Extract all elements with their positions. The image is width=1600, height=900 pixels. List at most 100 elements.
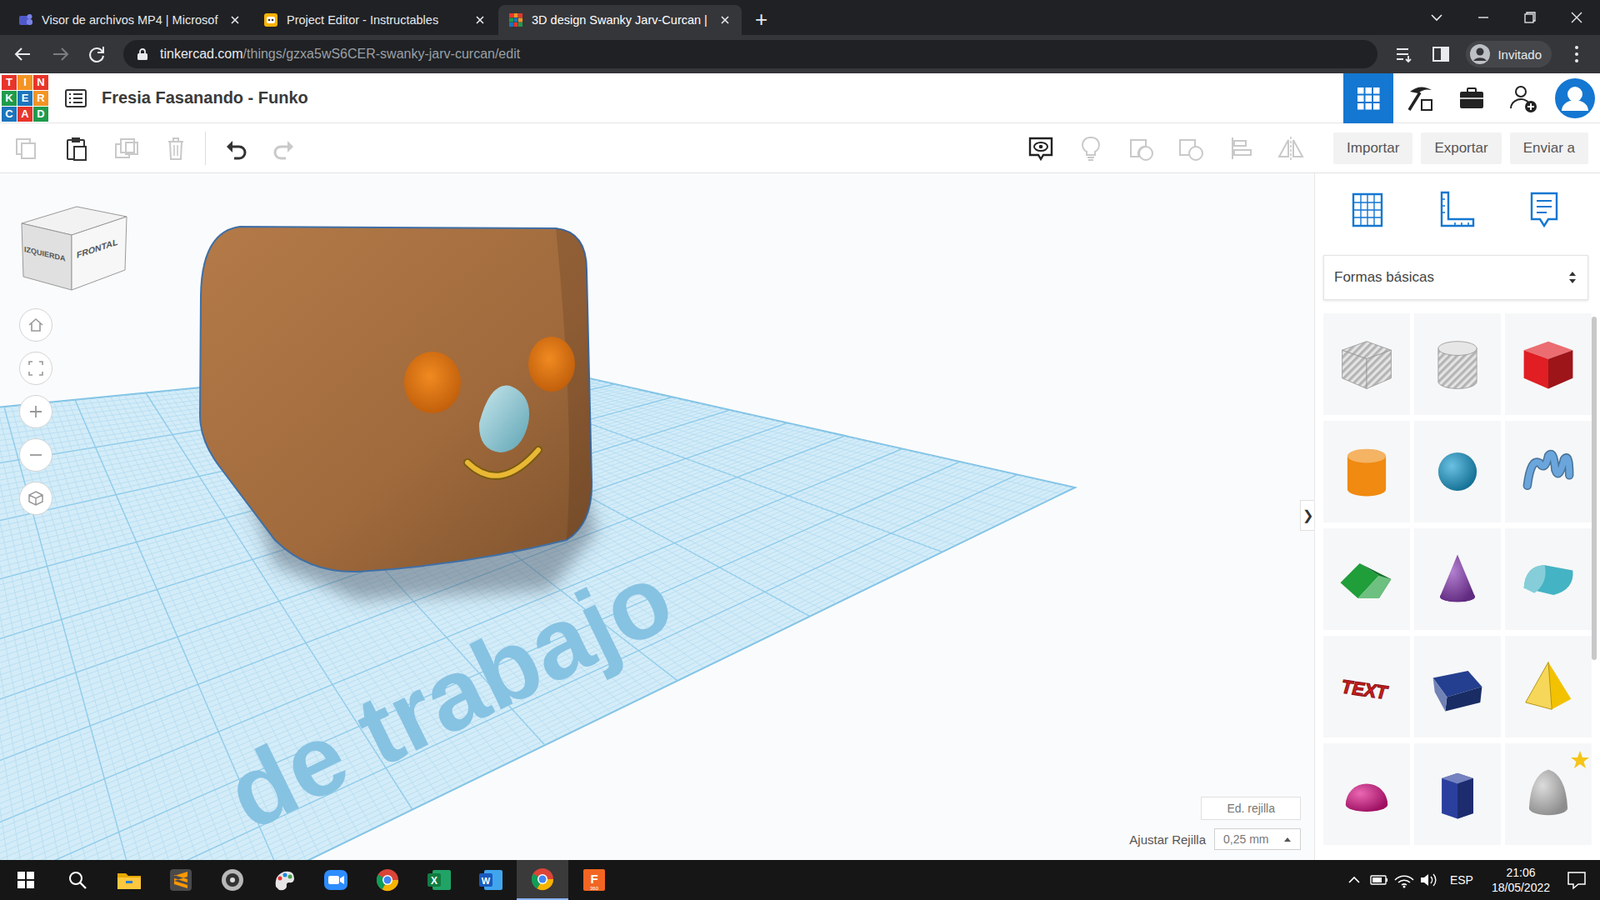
home-view-button[interactable] [19,308,53,342]
logo-letter: C [1,106,17,122]
back-icon[interactable] [6,37,40,71]
url-field[interactable]: tinkercad.com/things/gzxa5wS6CER-swanky-… [123,40,1378,69]
close-window-icon[interactable] [1553,0,1600,35]
clock[interactable]: 21:06 18/05/2022 [1481,865,1560,895]
volume-icon[interactable] [1416,860,1442,900]
3d-viewport[interactable]: de trabajo IZQUIERDAFRONTAL ❯ Ed. rejill… [0,173,1315,860]
perspective-view-button[interactable] [19,481,53,515]
battery-icon[interactable] [1366,860,1392,900]
header-invite-button[interactable] [1498,73,1549,124]
reload-icon[interactable] [80,37,114,71]
shape-tile[interactable] [1414,528,1501,630]
new-tab-button[interactable]: + [743,5,780,35]
close-icon[interactable] [718,13,732,27]
ruler-tool[interactable] [1435,189,1477,235]
browser-tab[interactable]: Project Editor - Instructables [253,5,497,35]
shape-tile[interactable] [1323,420,1410,523]
shape-tile[interactable] [1505,313,1592,415]
right-eye[interactable] [528,336,575,392]
side-panel-icon[interactable] [1424,37,1458,71]
bulb-icon [1075,133,1106,164]
funko-head[interactable] [200,226,597,600]
notes-button[interactable] [1020,127,1062,170]
nose[interactable] [479,385,530,453]
shape-tile[interactable] [1505,528,1592,630]
shape-tile[interactable] [1505,420,1592,523]
redo-button [264,127,306,170]
shape-tile[interactable] [1505,743,1592,845]
panel-scrollbar[interactable] [1591,316,1597,660]
robot-icon [263,12,279,28]
scene[interactable]: de trabajo [0,173,1315,860]
shape-tile[interactable] [1414,313,1501,415]
browser-tab[interactable]: 3D design Swanky Jarv-Curcan | [498,5,742,35]
copy-icon [11,134,40,163]
fit-view-button[interactable] [19,351,53,385]
shape-tile[interactable]: TEXT [1323,635,1410,738]
obs-taskbar-button[interactable] [206,860,259,900]
restore-icon[interactable] [1506,0,1554,35]
tab-search-icon[interactable] [1413,0,1460,35]
panel-collapse-button[interactable]: ❯ [1300,500,1315,531]
reading-list-icon[interactable] [1387,37,1421,71]
left-eye[interactable] [404,351,461,414]
design-list-icon[interactable] [61,84,90,113]
forward-icon[interactable] [43,37,77,71]
paint-taskbar-button[interactable] [258,860,310,900]
shape-tile[interactable] [1505,635,1592,738]
smile[interactable] [467,450,539,476]
profile-button[interactable]: Invitado [1465,40,1552,68]
notifications-icon[interactable] [1560,860,1594,900]
header-designs-button[interactable] [1343,73,1394,124]
zoom-out-view-button[interactable] [19,438,53,472]
tinkercad-logo[interactable]: TINKERCAD [1,75,49,122]
header-lessons-button[interactable] [1446,73,1497,124]
shape-tile[interactable] [1323,313,1410,415]
minimize-icon[interactable] [1460,0,1507,35]
menu-dots-icon[interactable] [1560,37,1594,71]
undo-button[interactable] [214,127,256,170]
shape-tile[interactable] [1414,743,1501,845]
toolbar-text-button[interactable]: Exportar [1420,132,1501,165]
redo-icon [270,134,300,163]
word-taskbar-button[interactable]: W [465,860,517,900]
edit-grid-button[interactable]: Ed. rejilla [1200,796,1301,820]
sublime-taskbar-button[interactable] [155,860,207,900]
library-select[interactable]: Formas básicas [1323,255,1589,300]
chrome-icon [374,866,401,894]
header-avatar-button[interactable] [1550,73,1600,124]
wifi-icon[interactable] [1391,860,1417,900]
input-language[interactable]: ESP [1441,873,1482,887]
zoom-in-view-button[interactable] [19,395,53,429]
shape-tile[interactable] [1414,635,1501,738]
workplane-tool[interactable] [1346,189,1389,235]
view-cube[interactable]: IZQUIERDAFRONTAL [20,200,129,294]
chrome-taskbar-button[interactable] [361,860,414,900]
header-build-button[interactable] [1395,73,1445,124]
fusion-taskbar-button[interactable]: F360 [568,860,620,900]
shape-tile[interactable] [1323,528,1410,630]
design-title[interactable]: Fresia Fasanando - Funko [101,88,309,108]
zoom-taskbar-button[interactable] [310,860,362,900]
toolbar-text-button[interactable]: Importar [1333,132,1413,165]
search-button[interactable] [51,860,104,900]
shape-tile[interactable] [1414,420,1501,523]
paste-button[interactable] [55,127,97,170]
close-icon[interactable] [228,13,242,27]
delete-icon [161,134,190,163]
notes-tool[interactable] [1523,189,1565,235]
close-icon[interactable] [473,13,487,27]
tray-chevron-icon[interactable] [1341,860,1367,900]
browser-tab[interactable]: Visor de archivos MP4 | Microsof [8,5,252,35]
shape-tile[interactable] [1323,743,1410,845]
caret-up-icon [1283,835,1292,843]
chrome-taskbar-button[interactable] [516,860,569,900]
toolbar-text-button[interactable]: Enviar a [1510,132,1589,165]
excel-glyph: X [430,875,438,887]
start-button[interactable] [0,860,52,900]
excel-taskbar-button[interactable]: X [413,860,465,900]
explorer-taskbar-button[interactable] [103,860,155,900]
snap-grid-select[interactable]: 0,25 mm [1214,828,1301,850]
home-icon [26,315,45,335]
text-shape-label: TEXT [1339,675,1391,704]
